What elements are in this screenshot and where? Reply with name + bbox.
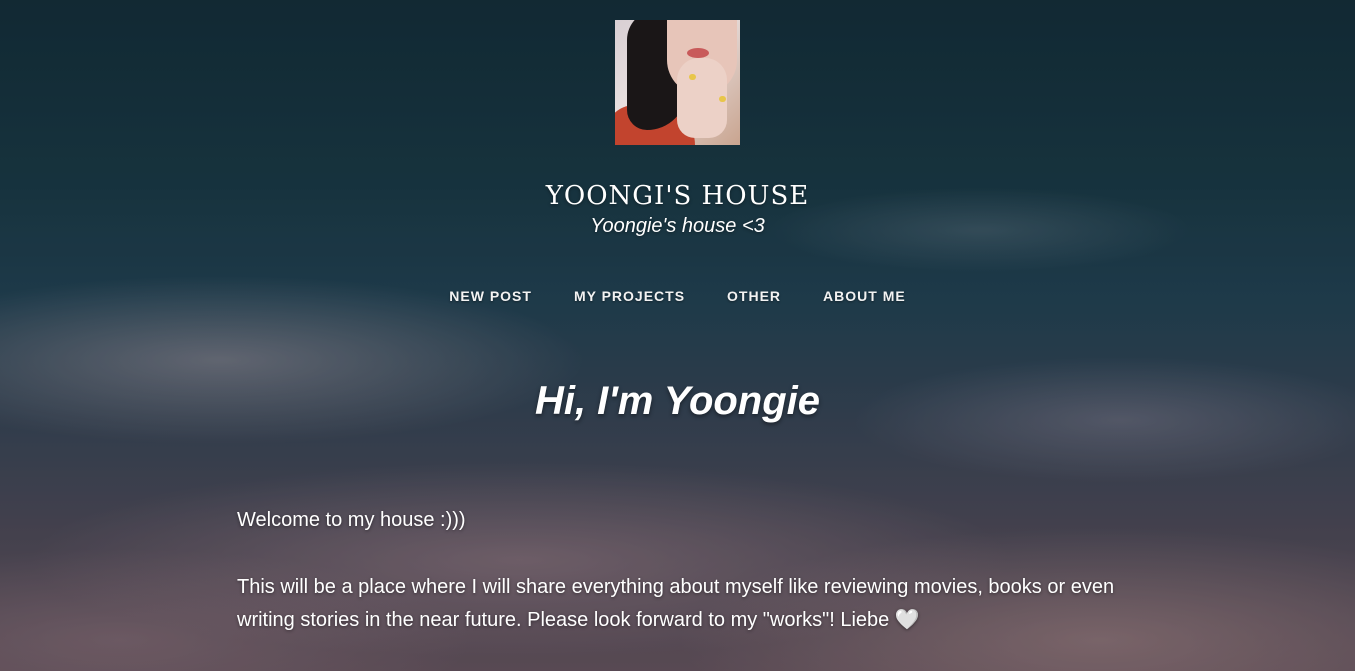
avatar-nail [689, 74, 696, 80]
nav-item-my-projects[interactable]: MY PROJECTS [553, 286, 706, 306]
about-paragraph: This will be a place where I will share … [237, 571, 1127, 637]
site-title[interactable]: YOONGI'S HOUSE [0, 181, 1355, 211]
welcome-paragraph: Welcome to my house :))) [237, 509, 466, 531]
white-heart-icon: 🤍 [894, 609, 920, 631]
site-header: YOONGI'S HOUSE Yoongie's house <3 [0, 20, 1355, 239]
nav-item-new-post[interactable]: NEW POST [428, 286, 553, 306]
avatar[interactable] [615, 20, 740, 145]
nav-item-other[interactable]: OTHER [706, 286, 802, 306]
intro-content: Welcome to my house :))) This will be a … [237, 504, 1127, 637]
site-description: Yoongie's house <3 [590, 215, 765, 237]
nav-item-about-me[interactable]: ABOUT ME [802, 286, 927, 306]
page-headline: Hi, I'm Yoongie [534, 379, 821, 423]
about-text: This will be a place where I will share … [237, 576, 1115, 631]
main-nav: NEW POST MY PROJECTS OTHER ABOUT ME [0, 286, 1355, 306]
avatar-nail [719, 96, 726, 102]
avatar-lips [687, 48, 709, 58]
